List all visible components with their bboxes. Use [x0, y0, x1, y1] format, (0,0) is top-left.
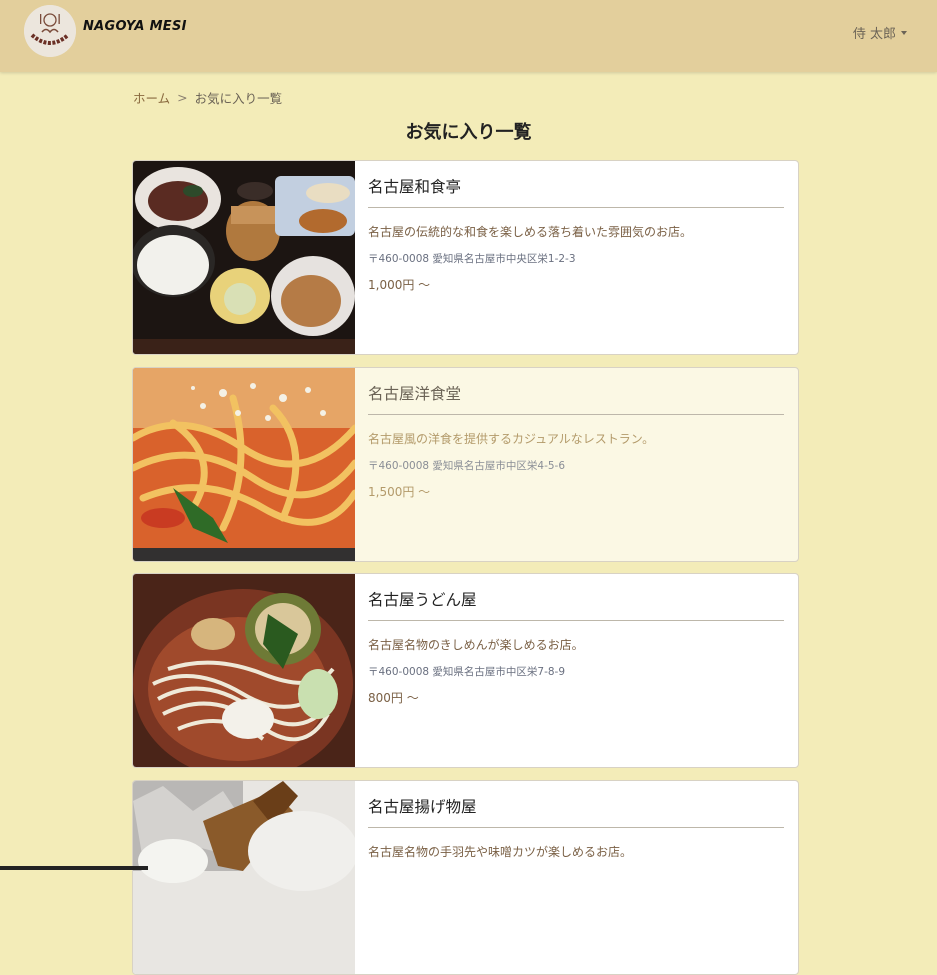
restaurant-name[interactable]: 名古屋和食亭 — [368, 175, 784, 208]
restaurant-price: 1,000円 〜 — [368, 278, 431, 292]
breadcrumb-separator: > — [177, 90, 188, 105]
brand-name[interactable]: NAGOYA MESI — [83, 19, 187, 34]
washoku-set-photo — [133, 161, 355, 354]
restaurant-description: 名古屋名物の手羽先や味噌カツが楽しめるお店。 — [368, 845, 633, 859]
restaurant-info: 名古屋和食亭 名古屋の伝統的な和食を楽しめる落ち着いた雰囲気のお店。 〒460-… — [368, 175, 784, 293]
restaurant-info: 名古屋揚げ物屋 名古屋名物の手羽先や味噌カツが楽しめるお店。 — [368, 795, 784, 871]
restaurant-address: 〒460-0008 愛知県名古屋市中区栄4-5-6 — [368, 460, 566, 472]
breadcrumb-current: お気に入り一覧 — [194, 91, 283, 106]
restaurant-card[interactable]: 名古屋うどん屋 名古屋名物のきしめんが楽しめるお店。 〒460-0008 愛知県… — [132, 573, 799, 768]
udon-photo — [133, 574, 355, 767]
restaurant-card[interactable]: 名古屋洋食堂 名古屋風の洋食を提供するカジュアルなレストラン。 〒460-000… — [132, 367, 799, 562]
tebasaki-photo — [133, 781, 355, 974]
restaurant-image — [133, 161, 355, 354]
restaurant-image — [133, 574, 355, 767]
navbar: NAGOYA MESI 侍 太郎 — [0, 0, 937, 72]
status-bar — [0, 866, 148, 870]
restaurant-description: 名古屋名物のきしめんが楽しめるお店。 — [368, 638, 584, 652]
restaurant-price: 1,500円 〜 — [368, 485, 431, 499]
page-title: お気に入り一覧 — [405, 122, 532, 143]
breadcrumb: ホーム > お気に入り一覧 — [133, 88, 282, 107]
breadcrumb-home-link[interactable]: ホーム — [133, 88, 170, 107]
restaurant-name[interactable]: 名古屋うどん屋 — [368, 588, 784, 621]
restaurant-address: 〒460-0008 愛知県名古屋市中央区栄1-2-3 — [368, 253, 576, 265]
restaurant-name[interactable]: 名古屋洋食堂 — [368, 382, 784, 415]
restaurant-card[interactable]: 名古屋揚げ物屋 名古屋名物の手羽先や味噌カツが楽しめるお店。 — [132, 780, 799, 975]
caret-down-icon — [901, 31, 907, 35]
brand-logo[interactable] — [24, 5, 76, 57]
restaurant-info: 名古屋うどん屋 名古屋名物のきしめんが楽しめるお店。 〒460-0008 愛知県… — [368, 588, 784, 706]
restaurant-info: 名古屋洋食堂 名古屋風の洋食を提供するカジュアルなレストラン。 〒460-000… — [368, 382, 784, 500]
user-menu[interactable]: 侍 太郎 — [853, 23, 907, 42]
restaurant-price: 800円 〜 — [368, 691, 419, 705]
restaurant-description: 名古屋風の洋食を提供するカジュアルなレストラン。 — [368, 432, 655, 446]
restaurant-card[interactable]: 名古屋和食亭 名古屋の伝統的な和食を楽しめる落ち着いた雰囲気のお店。 〒460-… — [132, 160, 799, 355]
spaghetti-photo — [133, 368, 355, 561]
user-name: 侍 太郎 — [852, 27, 896, 42]
restaurant-image — [133, 368, 355, 561]
restaurant-name[interactable]: 名古屋揚げ物屋 — [368, 795, 784, 828]
logo-emblem-icon — [24, 5, 76, 57]
restaurant-address: 〒460-0008 愛知県名古屋市中区栄7-8-9 — [368, 666, 566, 678]
restaurant-image — [133, 781, 355, 974]
restaurant-description: 名古屋の伝統的な和食を楽しめる落ち着いた雰囲気のお店。 — [368, 225, 693, 239]
